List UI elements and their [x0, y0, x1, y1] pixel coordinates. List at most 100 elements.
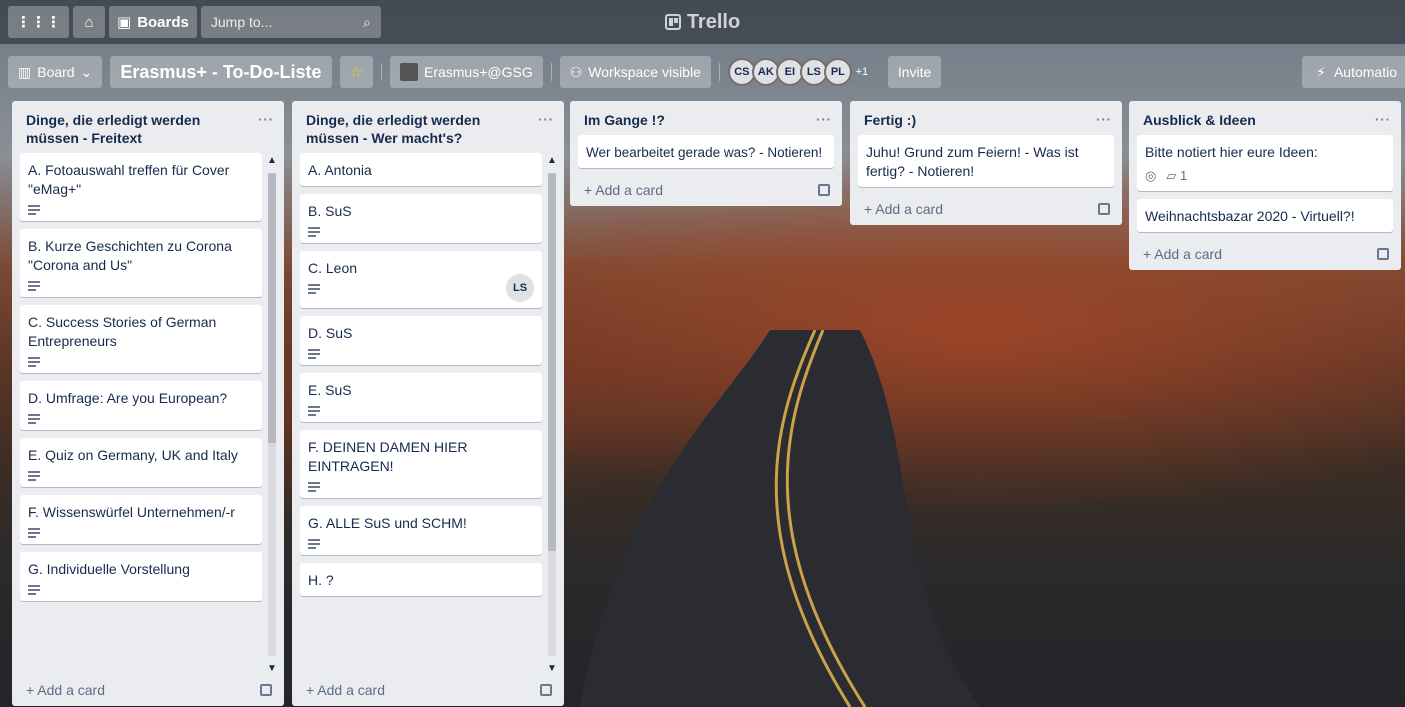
- star-button[interactable]: ☆: [339, 56, 373, 88]
- card-template-icon[interactable]: [260, 684, 272, 696]
- more-members-button[interactable]: +1: [848, 58, 876, 86]
- add-card-button[interactable]: + Add a card: [12, 676, 284, 706]
- card-title: D. SuS: [308, 325, 353, 341]
- add-card-label: Add a card: [1154, 246, 1223, 262]
- card-title: D. Umfrage: Are you European?: [28, 390, 228, 406]
- card-member-avatar[interactable]: LS: [506, 274, 534, 302]
- list-scrollbar[interactable]: ▲ ▼: [544, 153, 560, 676]
- automation-button[interactable]: ⚡ Automatio: [1302, 56, 1405, 88]
- list-header[interactable]: Fertig :) ···: [850, 101, 1122, 135]
- card[interactable]: C. Success Stories of German Entrepreneu…: [20, 305, 262, 373]
- card-template-icon[interactable]: [540, 684, 552, 696]
- plus-icon: +: [306, 682, 318, 698]
- card[interactable]: Bitte notiert hier eure Ideen: ◎ ▱ 1: [1137, 135, 1393, 191]
- card-template-icon[interactable]: [1098, 203, 1110, 215]
- list-title: Dinge, die erledigt werden müssen - Frei…: [26, 112, 201, 146]
- list-header[interactable]: Dinge, die erledigt werden müssen - Frei…: [12, 101, 284, 153]
- scroll-up-icon[interactable]: ▲: [266, 155, 278, 166]
- card[interactable]: G. Individuelle Vorstellung: [20, 552, 262, 601]
- card-title: F. DEINEN DAMEN HIER EINTRAGEN!: [308, 439, 468, 474]
- card[interactable]: D. Umfrage: Are you European?: [20, 381, 262, 430]
- search-icon: ⌕: [363, 13, 371, 30]
- card[interactable]: B. Kurze Geschichten zu Corona "Corona a…: [20, 229, 262, 297]
- visibility-button[interactable]: ⚇ Workspace visible: [559, 56, 711, 88]
- card-title: B. Kurze Geschichten zu Corona "Corona a…: [28, 238, 232, 273]
- list-menu-icon[interactable]: ···: [538, 111, 554, 129]
- search-placeholder: Jump to...: [210, 14, 273, 30]
- card-title: G. ALLE SuS und SCHM!: [308, 515, 467, 531]
- list-header[interactable]: Im Gange !? ···: [570, 101, 842, 135]
- plus-icon: +: [584, 182, 596, 198]
- card-template-icon[interactable]: [818, 184, 830, 196]
- scroll-track[interactable]: [268, 173, 276, 656]
- plus-icon: +: [864, 201, 876, 217]
- card[interactable]: F. Wissenswürfel Unternehmen/-r: [20, 495, 262, 544]
- workspace-button[interactable]: Erasmus+@GSG: [389, 56, 543, 88]
- card[interactable]: Weihnachtsbazar 2020 - Virtuell?!: [1137, 199, 1393, 232]
- card-title: A. Antonia: [308, 162, 372, 178]
- comment-icon: ▱: [1166, 168, 1177, 183]
- card[interactable]: B. SuS: [300, 194, 542, 243]
- home-button[interactable]: ⌂: [73, 6, 105, 38]
- add-card-label: Add a card: [595, 182, 664, 198]
- card[interactable]: A. Fotoauswahl treffen für Cover "eMag+": [20, 153, 262, 221]
- scroll-track[interactable]: [548, 173, 556, 656]
- card[interactable]: F. DEINEN DAMEN HIER EINTRAGEN!: [300, 430, 542, 498]
- description-icon: [28, 585, 40, 595]
- scroll-down-icon[interactable]: ▼: [546, 663, 558, 674]
- card-title: H. ?: [308, 572, 334, 588]
- card-list: Wer bearbeitet gerade was? - Notieren!: [570, 135, 842, 176]
- list-scrollbar[interactable]: ▲ ▼: [264, 153, 280, 676]
- jump-to-search[interactable]: Jump to... ⌕: [200, 6, 381, 38]
- card[interactable]: C. Leon LS: [300, 251, 542, 308]
- invite-button[interactable]: Invite: [887, 56, 942, 88]
- card-title: E. SuS: [308, 382, 352, 398]
- scroll-down-icon[interactable]: ▼: [266, 663, 278, 674]
- card[interactable]: E. SuS: [300, 373, 542, 422]
- list-title: Ausblick & Ideen: [1143, 112, 1256, 128]
- chevron-down-icon: ⌄: [80, 63, 93, 80]
- board-view-label: Board: [37, 64, 75, 80]
- card[interactable]: G. ALLE SuS und SCHM!: [300, 506, 542, 555]
- description-icon: [28, 281, 40, 291]
- card[interactable]: Wer bearbeitet gerade was? - Notieren!: [578, 135, 834, 168]
- list-title: Dinge, die erledigt werden müssen - Wer …: [306, 112, 481, 146]
- list-im-gange: Im Gange !? ··· Wer bearbeitet gerade wa…: [570, 101, 842, 206]
- list-header[interactable]: Ausblick & Ideen ···: [1129, 101, 1401, 135]
- card-title: F. Wissenswürfel Unternehmen/-r: [28, 504, 235, 520]
- workspace-logo-icon: [399, 63, 418, 81]
- add-card-button[interactable]: + Add a card: [292, 676, 564, 706]
- scroll-up-icon[interactable]: ▲: [546, 155, 558, 166]
- list-menu-icon[interactable]: ···: [816, 111, 832, 129]
- scroll-thumb[interactable]: [548, 173, 556, 551]
- board-header: ▥ Board ⌄ Erasmus+ - To-Do-Liste ☆ Erasm…: [0, 52, 1405, 92]
- card-title: E. Quiz on Germany, UK and Italy: [28, 447, 238, 463]
- board-view-switcher[interactable]: ▥ Board ⌄: [8, 56, 103, 88]
- list-header[interactable]: Dinge, die erledigt werden müssen - Wer …: [292, 101, 564, 153]
- card[interactable]: Juhu! Grund zum Feiern! - Was ist fertig…: [858, 135, 1114, 187]
- card[interactable]: D. SuS: [300, 316, 542, 365]
- add-card-label: Add a card: [37, 682, 106, 698]
- add-card-button[interactable]: + Add a card: [1129, 240, 1401, 270]
- card-title: Wer bearbeitet gerade was? - Notieren!: [586, 145, 823, 160]
- star-icon: ☆: [349, 64, 363, 81]
- card[interactable]: E. Quiz on Germany, UK and Italy: [20, 438, 262, 487]
- list-menu-icon[interactable]: ···: [258, 111, 274, 129]
- card-template-icon[interactable]: [1377, 248, 1389, 260]
- add-card-button[interactable]: + Add a card: [570, 176, 842, 206]
- card-badges: ◎ ▱ 1: [1145, 166, 1385, 185]
- list-menu-icon[interactable]: ···: [1375, 111, 1391, 129]
- board-title[interactable]: Erasmus+ - To-Do-Liste: [110, 56, 332, 88]
- visibility-label: Workspace visible: [588, 64, 701, 80]
- description-icon: [28, 528, 40, 538]
- add-card-button[interactable]: + Add a card: [850, 195, 1122, 225]
- card[interactable]: A. Antonia: [300, 153, 542, 186]
- scroll-thumb[interactable]: [268, 173, 276, 443]
- apps-menu-button[interactable]: ⋮⋮⋮: [8, 6, 69, 38]
- list-ausblick-ideen: Ausblick & Ideen ··· Bitte notiert hier …: [1129, 101, 1401, 270]
- boards-button[interactable]: ▣ Boards: [109, 6, 197, 38]
- automation-label: Automatio: [1333, 64, 1397, 80]
- card[interactable]: H. ?: [300, 563, 542, 596]
- description-icon: [308, 349, 320, 359]
- list-menu-icon[interactable]: ···: [1096, 111, 1112, 129]
